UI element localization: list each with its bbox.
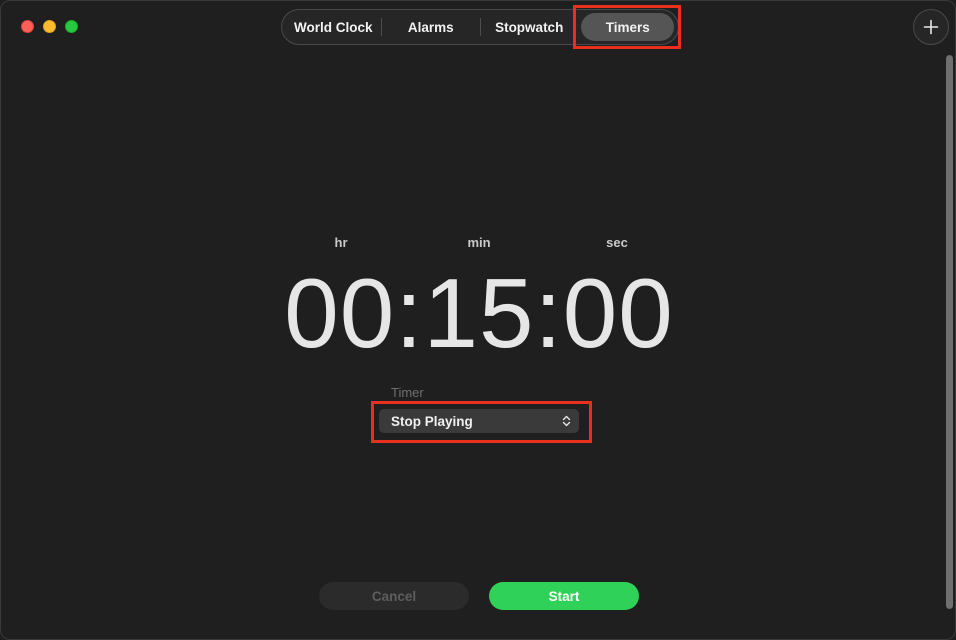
hours-label: hr (334, 235, 348, 250)
clock-window: World Clock Alarms Stopwatch Timers hr m… (0, 0, 956, 640)
tab-bar: World Clock Alarms Stopwatch Timers (281, 9, 679, 45)
tab-world-clock[interactable]: World Clock (286, 13, 381, 41)
tab-timers[interactable]: Timers (581, 13, 674, 41)
zoom-button[interactable] (65, 20, 78, 33)
window-controls (21, 20, 78, 33)
timer-sound-select[interactable]: Stop Playing (379, 409, 579, 433)
tab-alarms[interactable]: Alarms (382, 13, 480, 41)
plus-icon (923, 19, 939, 35)
start-button[interactable]: Start (489, 582, 639, 610)
seconds-label: sec (606, 235, 628, 250)
timer-sound-label: Timer (391, 385, 424, 400)
timer-duration-display[interactable]: 00:15:00 (1, 257, 955, 369)
minimize-button[interactable] (43, 20, 56, 33)
cancel-button[interactable]: Cancel (319, 582, 469, 610)
minutes-label: min (467, 235, 491, 250)
chevron-updown-icon (562, 415, 571, 427)
tab-stopwatch[interactable]: Stopwatch (481, 13, 578, 41)
timer-sound-value: Stop Playing (391, 413, 473, 429)
close-button[interactable] (21, 20, 34, 33)
add-timer-button[interactable] (913, 9, 949, 45)
